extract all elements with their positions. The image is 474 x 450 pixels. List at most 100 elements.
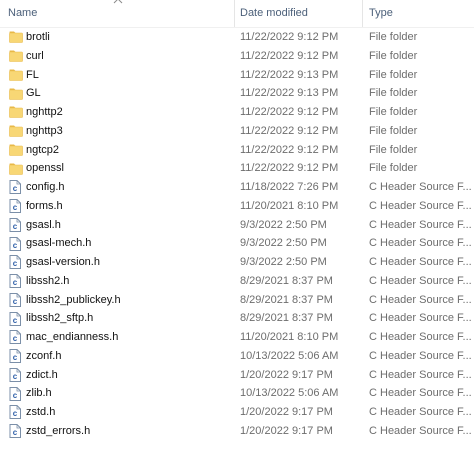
c-header-file-icon: c — [9, 272, 23, 291]
column-resize-handle-date[interactable] — [362, 0, 363, 27]
svg-text:c: c — [13, 259, 18, 268]
folder-row[interactable]: GL 11/22/2022 9:13 PM File folder — [0, 84, 474, 103]
item-type: C Header Source F... — [369, 256, 472, 268]
item-name: nghttp3 — [26, 124, 63, 137]
item-type: File folder — [369, 124, 418, 137]
folder-icon — [9, 159, 23, 178]
item-type: C Header Source F... — [369, 349, 472, 362]
file-row[interactable]: c gsasl-version.h 9/3/2022 2:50 PM C Header… — [0, 253, 474, 272]
item-name: libssh2_publickey.h — [26, 293, 121, 306]
file-row[interactable]: c zconf.h 10/13/2022 5:06 AM C Header Sourc… — [0, 347, 474, 366]
folder-icon — [9, 66, 23, 85]
item-name: gsasl-mech.h — [26, 237, 92, 250]
folder-icon — [9, 28, 23, 47]
item-name: zconf.h — [26, 349, 62, 362]
item-name: forms.h — [26, 199, 63, 212]
folder-row[interactable]: nghttp2 11/22/2022 9:12 PM File folder — [0, 103, 474, 122]
file-row[interactable]: c gsasl.h 9/3/2022 2:50 PM C Header Source … — [0, 216, 474, 235]
item-date-modified: 9/3/2022 2:50 PM — [240, 237, 327, 250]
item-date-modified: 11/20/2021 8:10 PM — [240, 331, 339, 343]
svg-text:c: c — [13, 372, 18, 381]
c-header-file-icon: c — [9, 291, 23, 310]
column-header-row: Name Date modified Type — [0, 0, 474, 28]
file-row[interactable]: c zstd_errors.h 1/20/2022 9:17 PM C Header … — [0, 422, 474, 441]
svg-text:c: c — [13, 428, 18, 437]
item-date-modified: 1/20/2022 9:17 PM — [240, 424, 333, 437]
item-type: C Header Source F... — [369, 199, 472, 212]
svg-text:c: c — [13, 297, 18, 306]
file-row[interactable]: c libssh2_sftp.h 8/29/2021 8:37 PM C Header… — [0, 309, 474, 328]
item-type: File folder — [369, 31, 418, 43]
file-row[interactable]: c forms.h 11/20/2021 8:10 PM C Header Sourc… — [0, 197, 474, 216]
item-type: C Header Source F... — [369, 368, 472, 381]
item-name: libssh2_sftp.h — [26, 312, 94, 325]
svg-text:c: c — [13, 184, 18, 193]
item-name: brotli — [26, 31, 50, 43]
item-date-modified: 8/29/2021 8:37 PM — [240, 293, 333, 306]
svg-text:c: c — [13, 334, 18, 343]
folder-row[interactable]: nghttp3 11/22/2022 9:12 PM File folder — [0, 122, 474, 141]
item-name: GL — [26, 87, 41, 100]
c-header-file-icon: c — [9, 197, 23, 216]
folder-row[interactable]: FL 11/22/2022 9:13 PM File folder — [0, 66, 474, 85]
item-type: C Header Source F... — [369, 331, 472, 343]
item-name: zstd_errors.h — [26, 424, 91, 437]
item-type: C Header Source F... — [369, 424, 472, 437]
c-header-file-icon: c — [9, 253, 23, 272]
item-date-modified: 11/22/2022 9:12 PM — [240, 106, 339, 118]
column-resize-handle-name[interactable] — [234, 0, 235, 27]
svg-text:c: c — [13, 409, 18, 418]
c-header-file-icon: c — [9, 384, 23, 403]
file-row[interactable]: c zlib.h 10/13/2022 5:06 AM C Header Source… — [0, 384, 474, 403]
item-date-modified: 11/22/2022 9:13 PM — [240, 68, 339, 81]
item-date-modified: 10/13/2022 5:06 AM — [240, 387, 339, 400]
item-type: C Header Source F... — [369, 293, 472, 306]
item-name: curl — [26, 49, 44, 62]
column-header-name[interactable]: Name — [8, 0, 234, 27]
file-row[interactable]: c mac_endianness.h 11/20/2021 8:10 PM C Hea… — [0, 328, 474, 347]
folder-icon — [9, 141, 23, 160]
item-date-modified: 10/13/2022 5:06 AM — [240, 349, 339, 362]
c-header-file-icon: c — [9, 328, 23, 347]
item-name: mac_endianness.h — [26, 331, 119, 343]
item-name: zlib.h — [26, 387, 52, 400]
item-name: FL — [26, 68, 39, 81]
file-row[interactable]: c gsasl-mech.h 9/3/2022 2:50 PM C Header So… — [0, 234, 474, 253]
item-type: C Header Source F... — [369, 237, 472, 250]
c-header-file-icon: c — [9, 403, 23, 422]
file-row[interactable]: c libssh2_publickey.h 8/29/2021 8:37 PM C H… — [0, 291, 474, 310]
item-date-modified: 1/20/2022 9:17 PM — [240, 406, 333, 418]
item-type: File folder — [369, 143, 418, 156]
column-header-date-modified[interactable]: Date modified — [240, 0, 362, 27]
file-row[interactable]: c zdict.h 1/20/2022 9:17 PM C Header Source… — [0, 366, 474, 385]
c-header-file-icon: c — [9, 366, 23, 385]
column-header-type[interactable]: Type — [369, 0, 474, 27]
item-date-modified: 11/20/2021 8:10 PM — [240, 199, 339, 212]
item-date-modified: 11/22/2022 9:12 PM — [240, 49, 339, 62]
item-type: File folder — [369, 162, 418, 175]
item-name: config.h — [26, 181, 65, 193]
folder-icon — [9, 47, 23, 66]
c-header-file-icon: c — [9, 216, 23, 235]
c-header-file-icon: c — [9, 422, 23, 441]
item-type: C Header Source F... — [369, 181, 472, 193]
c-header-file-icon: c — [9, 178, 23, 197]
item-type: C Header Source F... — [369, 274, 472, 287]
item-type: C Header Source F... — [369, 312, 472, 325]
file-row[interactable]: c zstd.h 1/20/2022 9:17 PM C Header Source … — [0, 403, 474, 422]
folder-icon — [9, 103, 23, 122]
svg-text:c: c — [13, 316, 18, 325]
item-date-modified: 11/22/2022 9:12 PM — [240, 162, 339, 175]
folder-row[interactable]: openssl 11/22/2022 9:12 PM File folder — [0, 159, 474, 178]
file-row[interactable]: c config.h 11/18/2022 7:26 PM C Header Sour… — [0, 178, 474, 197]
item-date-modified: 1/20/2022 9:17 PM — [240, 368, 333, 381]
item-name: ngtcp2 — [26, 143, 60, 156]
folder-row[interactable]: brotli 11/22/2022 9:12 PM File folder — [0, 28, 474, 47]
item-name: gsasl-version.h — [26, 256, 100, 268]
file-row[interactable]: c libssh2.h 8/29/2021 8:37 PM C Header Sour… — [0, 272, 474, 291]
svg-text:c: c — [13, 278, 18, 287]
svg-text:c: c — [13, 203, 18, 212]
folder-row[interactable]: ngtcp2 11/22/2022 9:12 PM File folder — [0, 141, 474, 160]
folder-icon — [9, 84, 23, 103]
folder-row[interactable]: curl 11/22/2022 9:12 PM File folder — [0, 47, 474, 66]
